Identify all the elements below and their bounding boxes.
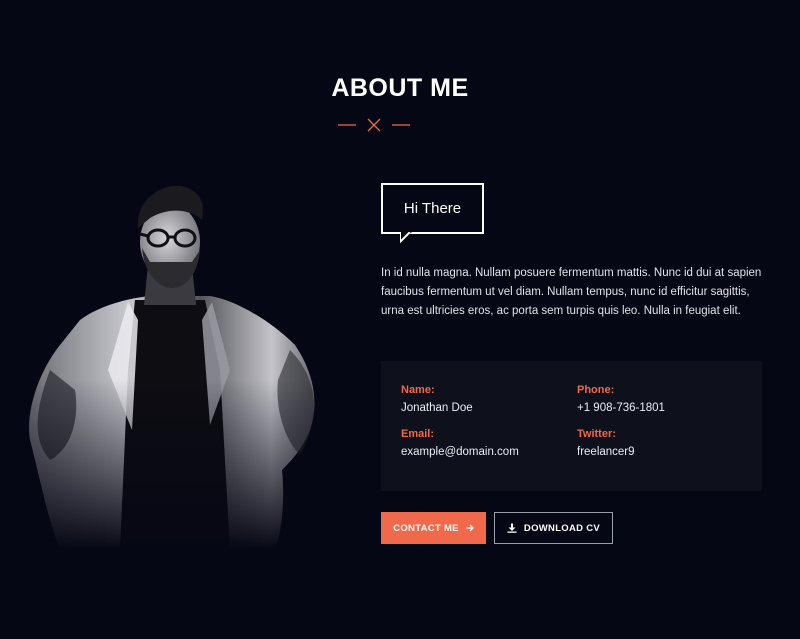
info-phone: Phone: +1 908-736-1801	[577, 383, 665, 417]
info-email: Email: example@domain.com	[401, 427, 519, 461]
section-title: ABOUT ME	[331, 74, 469, 102]
name-label: Name:	[401, 384, 435, 396]
hi-there-bubble: Hi There	[381, 183, 484, 234]
bio-text: In id nulla magna. Nullam posuere fermen…	[381, 267, 762, 317]
email-value[interactable]: example@domain.com	[401, 443, 519, 461]
title-divider	[338, 118, 410, 132]
info-card: Name: Jonathan Doe Phone: +1 908-736-180…	[381, 361, 762, 491]
twitter-value[interactable]: freelancer9	[577, 443, 635, 461]
phone-value[interactable]: +1 908-736-1801	[577, 399, 665, 417]
name-value: Jonathan Doe	[401, 402, 473, 414]
download-cv-button[interactable]: DOWNLOAD CV	[494, 512, 613, 544]
bubble-tail	[400, 232, 412, 244]
download-icon	[507, 523, 517, 533]
phone-label: Phone:	[577, 384, 615, 396]
profile-photo	[20, 170, 340, 550]
email-label: Email:	[401, 428, 435, 440]
twitter-label: Twitter:	[577, 428, 616, 440]
contact-me-label: CONTACT ME	[393, 522, 459, 534]
download-cv-label: DOWNLOAD CV	[523, 522, 601, 534]
arrow-right-icon	[466, 524, 474, 532]
x-mark-icon	[367, 118, 381, 132]
contact-me-button[interactable]: CONTACT ME	[381, 512, 486, 544]
info-name: Name: Jonathan Doe	[401, 383, 473, 417]
info-twitter: Twitter: freelancer9	[577, 427, 635, 461]
